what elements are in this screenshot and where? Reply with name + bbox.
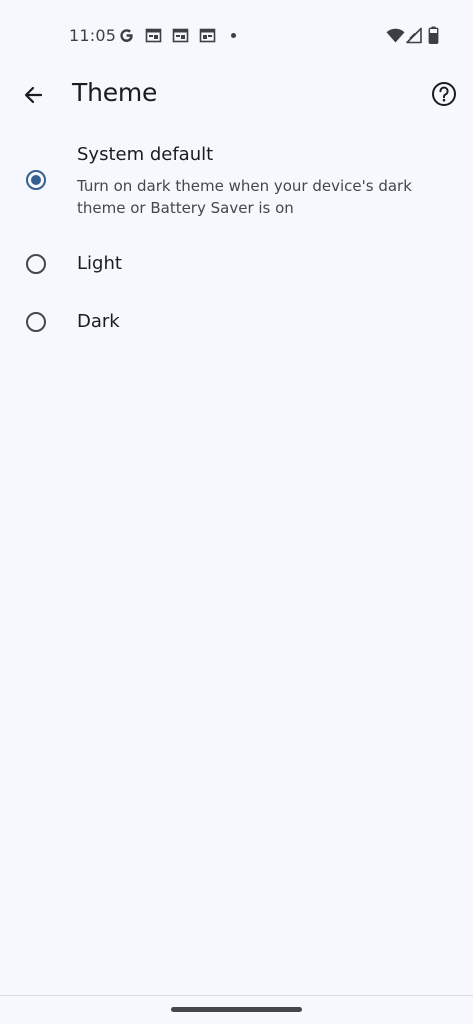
calendar-icon bbox=[145, 28, 162, 43]
option-label-light: Light bbox=[77, 253, 122, 274]
notification-dot-icon bbox=[231, 33, 236, 38]
help-circle-icon bbox=[432, 82, 456, 106]
radio-dark[interactable] bbox=[26, 312, 46, 332]
calendar-icon bbox=[172, 28, 189, 43]
google-g-icon bbox=[120, 29, 133, 42]
option-light[interactable]: Light bbox=[0, 242, 473, 288]
arrow-back-icon bbox=[24, 86, 43, 104]
radio-system-default[interactable] bbox=[26, 170, 46, 190]
status-time: 11:05 bbox=[69, 26, 117, 45]
wifi-icon bbox=[386, 28, 405, 43]
page-title: Theme bbox=[72, 78, 158, 107]
option-label-dark: Dark bbox=[77, 311, 120, 332]
gesture-navigation-bar[interactable] bbox=[171, 1007, 302, 1012]
status-bar: 11:05 bbox=[0, 0, 473, 72]
calendar-icon bbox=[199, 28, 216, 43]
app-bar: Theme bbox=[0, 72, 473, 116]
back-button[interactable] bbox=[16, 78, 50, 112]
option-dark[interactable]: Dark bbox=[0, 300, 473, 346]
option-label-system-default: System default bbox=[77, 144, 214, 165]
help-button[interactable] bbox=[428, 78, 460, 110]
option-system-default[interactable]: System default Turn on dark theme when y… bbox=[0, 140, 473, 230]
radio-light[interactable] bbox=[26, 254, 46, 274]
option-description-system-default: Turn on dark theme when your device's da… bbox=[77, 177, 412, 217]
cell-signal-icon bbox=[406, 27, 422, 44]
battery-icon bbox=[428, 26, 439, 44]
bottom-divider bbox=[0, 995, 473, 996]
